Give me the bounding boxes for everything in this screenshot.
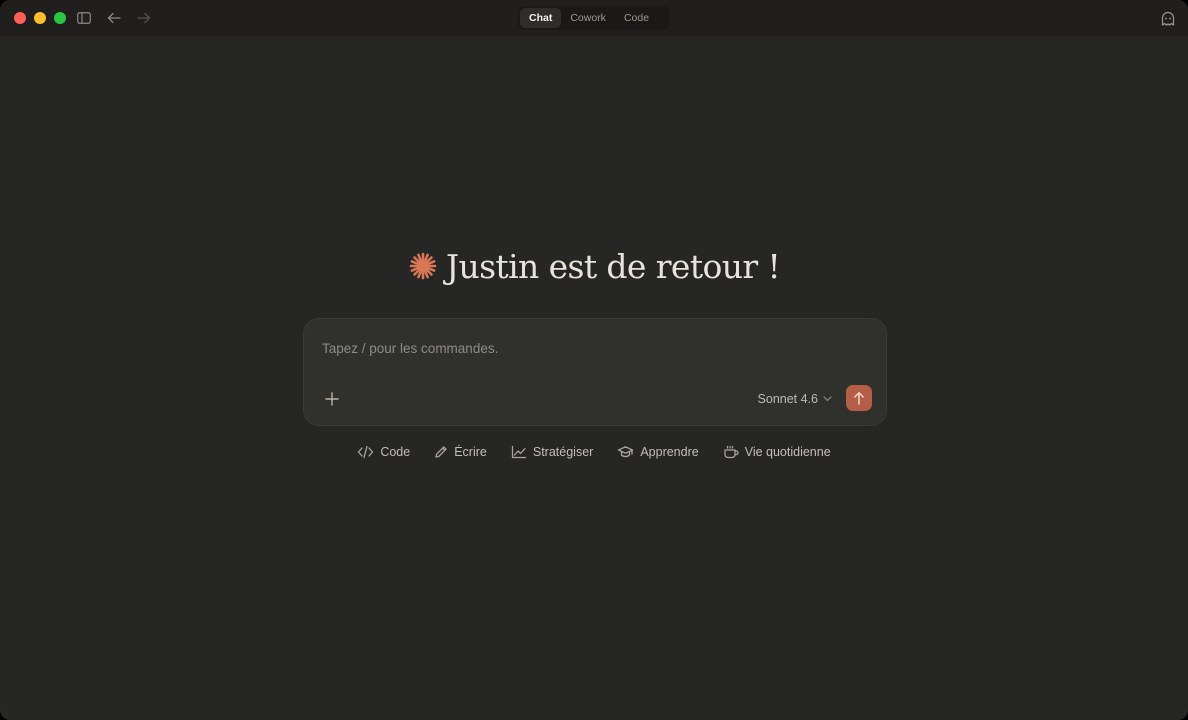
suggestion-code[interactable]: Code	[357, 441, 410, 463]
tab-code[interactable]: Code	[615, 8, 658, 28]
suggestion-label: Vie quotidienne	[744, 445, 831, 459]
tab-chat[interactable]: Chat	[520, 8, 562, 28]
app-window: Chat Cowork Code Justin est de retour ! …	[0, 0, 1188, 720]
model-selector[interactable]: Sonnet 4.6	[758, 389, 832, 409]
close-window-button[interactable]	[14, 12, 26, 24]
minimize-window-button[interactable]	[34, 12, 46, 24]
suggestion-daily-life[interactable]: Vie quotidienne	[723, 441, 831, 463]
send-button[interactable]	[846, 385, 872, 411]
forward-arrow-icon[interactable]	[136, 10, 152, 26]
suggestion-label: Apprendre	[640, 445, 699, 459]
incognito-ghost-icon[interactable]	[1160, 11, 1176, 27]
tab-cowork[interactable]: Cowork	[561, 8, 615, 28]
add-attachment-button[interactable]	[320, 387, 344, 411]
greeting-title: Justin est de retour !	[445, 246, 781, 286]
coffee-cup-icon	[724, 445, 739, 459]
graduation-cap-icon	[618, 446, 634, 458]
title-bar: Chat Cowork Code	[0, 0, 1188, 36]
suggestion-chips: Code Écrire Stratégiser Apprendre Vie qu…	[0, 441, 1188, 463]
suggestion-label: Écrire	[454, 445, 487, 459]
code-icon	[358, 445, 374, 459]
plus-icon	[325, 392, 339, 406]
mode-tabs: Chat Cowork Code	[518, 6, 670, 30]
sidebar-toggle-icon[interactable]	[76, 10, 92, 26]
suggestion-write[interactable]: Écrire	[434, 441, 487, 463]
greeting: Justin est de retour !	[0, 244, 1188, 288]
suggestion-label: Code	[380, 445, 411, 459]
maximize-window-button[interactable]	[54, 12, 66, 24]
prompt-input[interactable]	[322, 337, 862, 359]
chart-icon	[511, 445, 527, 459]
suggestion-learn[interactable]: Apprendre	[617, 441, 699, 463]
pen-icon	[435, 446, 447, 458]
spark-icon	[409, 252, 437, 280]
suggestion-label: Stratégiser	[532, 445, 594, 459]
back-arrow-icon[interactable]	[106, 10, 122, 26]
message-composer: Sonnet 4.6	[303, 318, 887, 426]
arrow-up-icon	[854, 392, 864, 405]
chevron-down-icon	[823, 396, 832, 402]
suggestion-strategize[interactable]: Stratégiser	[511, 441, 593, 463]
model-label: Sonnet 4.6	[757, 392, 818, 406]
